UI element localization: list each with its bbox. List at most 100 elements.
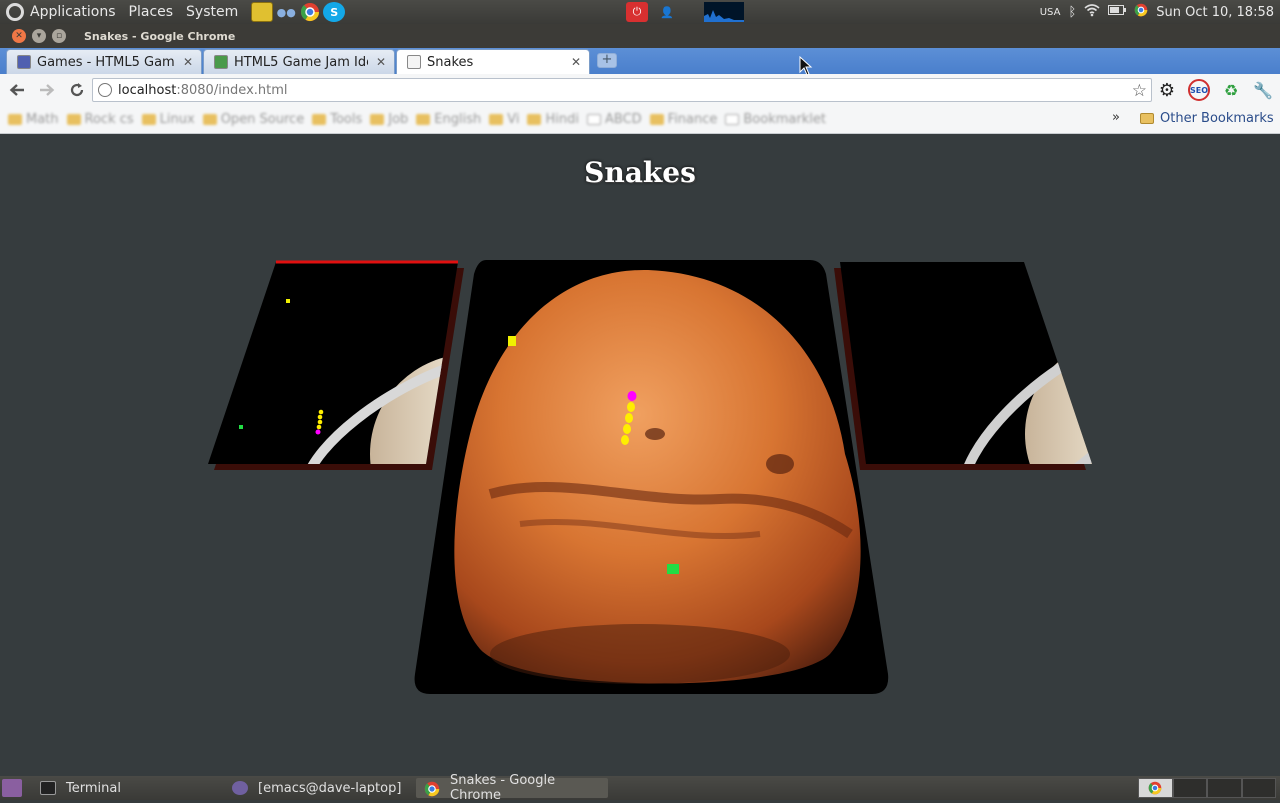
taskbar-emacs[interactable]: [emacs@dave-laptop] xyxy=(224,778,414,798)
tab-label: Games - HTML5 Gam… xyxy=(37,54,175,70)
chrome-launcher-icon[interactable] xyxy=(299,2,321,22)
bookmark-item[interactable]: English xyxy=(416,112,481,127)
window-titlebar[interactable]: ✕ ▾ ▫ Snakes - Google Chrome xyxy=(0,24,1280,48)
bookmark-label: Open Source xyxy=(220,112,305,127)
bookmarks-overflow-button[interactable]: » xyxy=(1112,110,1120,125)
food-item xyxy=(286,299,290,303)
workspace-2[interactable] xyxy=(1172,778,1207,798)
other-bookmarks-button[interactable]: Other Bookmarks xyxy=(1140,111,1274,126)
applications-menu[interactable]: Applications xyxy=(30,4,116,20)
pidgin-launcher-icon[interactable]: ●● xyxy=(275,2,297,22)
food-item xyxy=(508,336,516,346)
bookmark-item[interactable]: Tools xyxy=(312,112,362,127)
task-label: Snakes - Google Chrome xyxy=(450,773,556,803)
battery-icon[interactable] xyxy=(1108,4,1127,20)
bookmark-item[interactable]: Hindi xyxy=(527,112,579,127)
workspace-switcher[interactable] xyxy=(1138,778,1276,798)
bookmark-item[interactable]: Linux xyxy=(141,112,195,127)
folder-icon xyxy=(489,114,504,125)
window-maximize-button[interactable]: ▫ xyxy=(52,29,66,43)
bookmark-label: Finance xyxy=(667,112,718,127)
tab-close-icon[interactable]: ✕ xyxy=(571,55,581,69)
notes-launcher-icon[interactable] xyxy=(251,2,274,22)
workspace-3[interactable] xyxy=(1207,778,1242,798)
folder-icon xyxy=(66,114,81,125)
refresh-extension-icon[interactable]: ♻ xyxy=(1220,79,1242,101)
url-path: :8080/index.html xyxy=(176,82,288,98)
page-content: Snakes xyxy=(0,134,1280,776)
bluetooth-icon[interactable]: ᛒ xyxy=(1068,5,1076,20)
chrome-icon xyxy=(424,781,440,797)
food-item xyxy=(239,425,243,429)
taskbar: Terminal [emacs@dave-laptop] Snakes - Go… xyxy=(0,773,1280,803)
user-icon[interactable]: 👤 xyxy=(656,2,678,22)
bookmark-item[interactable]: Job xyxy=(370,112,408,127)
center-game-panel xyxy=(414,260,889,694)
bookmark-item[interactable]: Vi xyxy=(489,112,519,127)
folder-icon xyxy=(527,114,542,125)
folder-icon xyxy=(8,114,22,125)
browser-toolbar: localhost :8080/index.html ☆ ⚙ SEO ♻ 🔧 xyxy=(0,74,1280,106)
bookmark-label: Vi xyxy=(507,112,520,127)
spreadsheet-favicon-icon xyxy=(214,55,228,69)
bookmark-item[interactable]: Finance xyxy=(649,112,718,127)
wrench-menu-icon[interactable]: 🔧 xyxy=(1252,79,1274,101)
ubuntu-logo-icon[interactable] xyxy=(6,3,24,21)
page-icon xyxy=(725,114,740,125)
game-scene[interactable] xyxy=(0,134,1280,776)
tab-games[interactable]: Games - HTML5 Gam… ✕ xyxy=(6,49,202,74)
settings-gear-icon[interactable]: ⚙ xyxy=(1156,79,1178,101)
system-menu[interactable]: System xyxy=(186,4,238,20)
window-title: Snakes - Google Chrome xyxy=(84,29,236,43)
tab-game-jam[interactable]: HTML5 Game Jam Ide… ✕ xyxy=(203,49,395,74)
bookmark-star-icon[interactable]: ☆ xyxy=(1132,81,1147,101)
bookmarks-bar: Math Rock cs Linux Open Source Tools Job… xyxy=(0,106,1280,134)
keyboard-layout[interactable]: USA xyxy=(1040,7,1061,18)
task-label: Terminal xyxy=(66,780,121,796)
bookmark-item[interactable]: Open Source xyxy=(202,112,305,127)
tab-close-icon[interactable]: ✕ xyxy=(183,55,193,69)
tab-snakes[interactable]: Snakes ✕ xyxy=(396,49,590,74)
seo-extension-icon[interactable]: SEO xyxy=(1188,79,1210,101)
bookmark-label: Math xyxy=(26,112,59,127)
page-favicon-icon xyxy=(407,55,421,69)
panel-menus: Applications Places System ●● S xyxy=(0,0,347,24)
bookmark-item[interactable]: ABCD xyxy=(586,112,642,127)
skype-launcher-icon[interactable]: S xyxy=(323,2,346,22)
folder-icon xyxy=(649,114,664,125)
tab-close-icon[interactable]: ✕ xyxy=(376,55,386,69)
panel-center-applets: ⏻ 👤 xyxy=(626,0,744,24)
extension-icons: ⚙ SEO ♻ 🔧 xyxy=(1156,79,1274,101)
show-desktop-icon[interactable] xyxy=(2,779,22,797)
tab-label: Snakes xyxy=(427,54,474,70)
reload-button[interactable] xyxy=(64,77,90,103)
bookmark-label: Bookmarklet xyxy=(743,112,826,127)
taskbar-terminal[interactable]: Terminal xyxy=(32,778,222,798)
food-item xyxy=(667,564,679,574)
globe-icon xyxy=(98,83,112,97)
folder-icon xyxy=(312,114,327,125)
window-close-button[interactable]: ✕ xyxy=(12,29,26,43)
wifi-icon[interactable] xyxy=(1084,3,1100,21)
bookmark-item[interactable]: Rock cs xyxy=(66,112,134,127)
window-minimize-button[interactable]: ▾ xyxy=(32,29,46,43)
folder-icon xyxy=(416,114,431,125)
forward-button[interactable] xyxy=(34,77,60,103)
bookmark-label: Job xyxy=(388,112,409,127)
places-menu[interactable]: Places xyxy=(129,4,174,20)
workspace-1[interactable] xyxy=(1138,778,1173,798)
bookmark-item[interactable]: Bookmarklet xyxy=(725,112,826,127)
new-tab-button[interactable]: + xyxy=(597,53,617,68)
back-button[interactable] xyxy=(4,77,30,103)
bookmark-label: Hindi xyxy=(545,112,579,127)
folder-icon xyxy=(370,114,385,125)
bookmark-item[interactable]: Math xyxy=(8,112,59,127)
chrome-tray-icon[interactable] xyxy=(1134,3,1148,21)
address-bar[interactable]: localhost :8080/index.html ☆ xyxy=(92,78,1152,102)
taskbar-chrome[interactable]: Snakes - Google Chrome xyxy=(416,773,608,803)
bookmark-label: ABCD xyxy=(604,112,642,127)
clock[interactable]: Sun Oct 10, 18:58 xyxy=(1156,5,1274,20)
power-icon[interactable]: ⏻ xyxy=(626,2,648,22)
workspace-4[interactable] xyxy=(1241,778,1276,798)
folder-icon xyxy=(1140,113,1154,124)
